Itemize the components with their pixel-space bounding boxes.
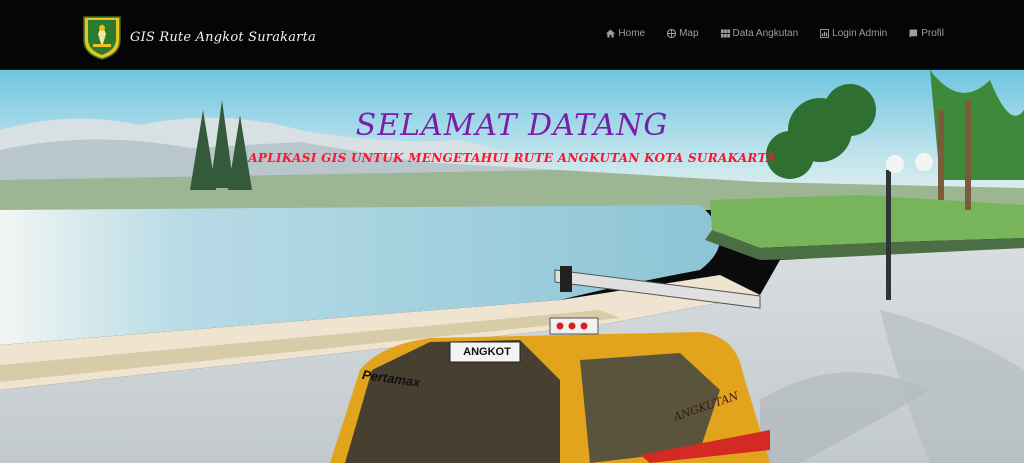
nav-home-label: Home	[618, 28, 646, 39]
hero-banner: SELAMAT DATANG APLIKASI GIS UNTUK MENGET…	[0, 70, 1024, 463]
globe-icon	[667, 29, 677, 38]
nav-map[interactable]: Map	[667, 28, 699, 39]
chart-icon	[820, 29, 830, 38]
nav-data-angkutan[interactable]: Data Angkutan	[720, 28, 799, 39]
nav-login-admin-label: Login Admin	[832, 28, 888, 39]
surakarta-crest-icon	[83, 16, 121, 60]
nav-profil-label: Profil	[921, 28, 944, 39]
home-icon	[606, 29, 616, 38]
grid-icon	[720, 29, 730, 38]
nav-map-label: Map	[679, 28, 699, 39]
nav-data-angkutan-label: Data Angkutan	[732, 28, 799, 39]
van-roof-sign: ANGKOT	[463, 346, 511, 358]
brand-title: GIS Rute Angkot Surakarta	[130, 29, 316, 45]
nav-home[interactable]: Home	[606, 28, 645, 39]
nav-profil[interactable]: Profil	[909, 28, 944, 39]
book-icon	[909, 29, 918, 38]
navbar: GIS Rute Angkot Surakarta Home Map Data …	[0, 0, 1024, 70]
hero-title: SELAMAT DATANG	[355, 108, 669, 143]
nav-login-admin[interactable]: Login Admin	[820, 28, 887, 39]
brand[interactable]: GIS Rute Angkot Surakarta	[80, 14, 316, 60]
main-nav: Home Map Data Angkutan Login Admin Profi…	[606, 28, 944, 39]
hero-subtitle: APLIKASI GIS UNTUK MENGETAHUI RUTE ANGKU…	[248, 151, 776, 165]
